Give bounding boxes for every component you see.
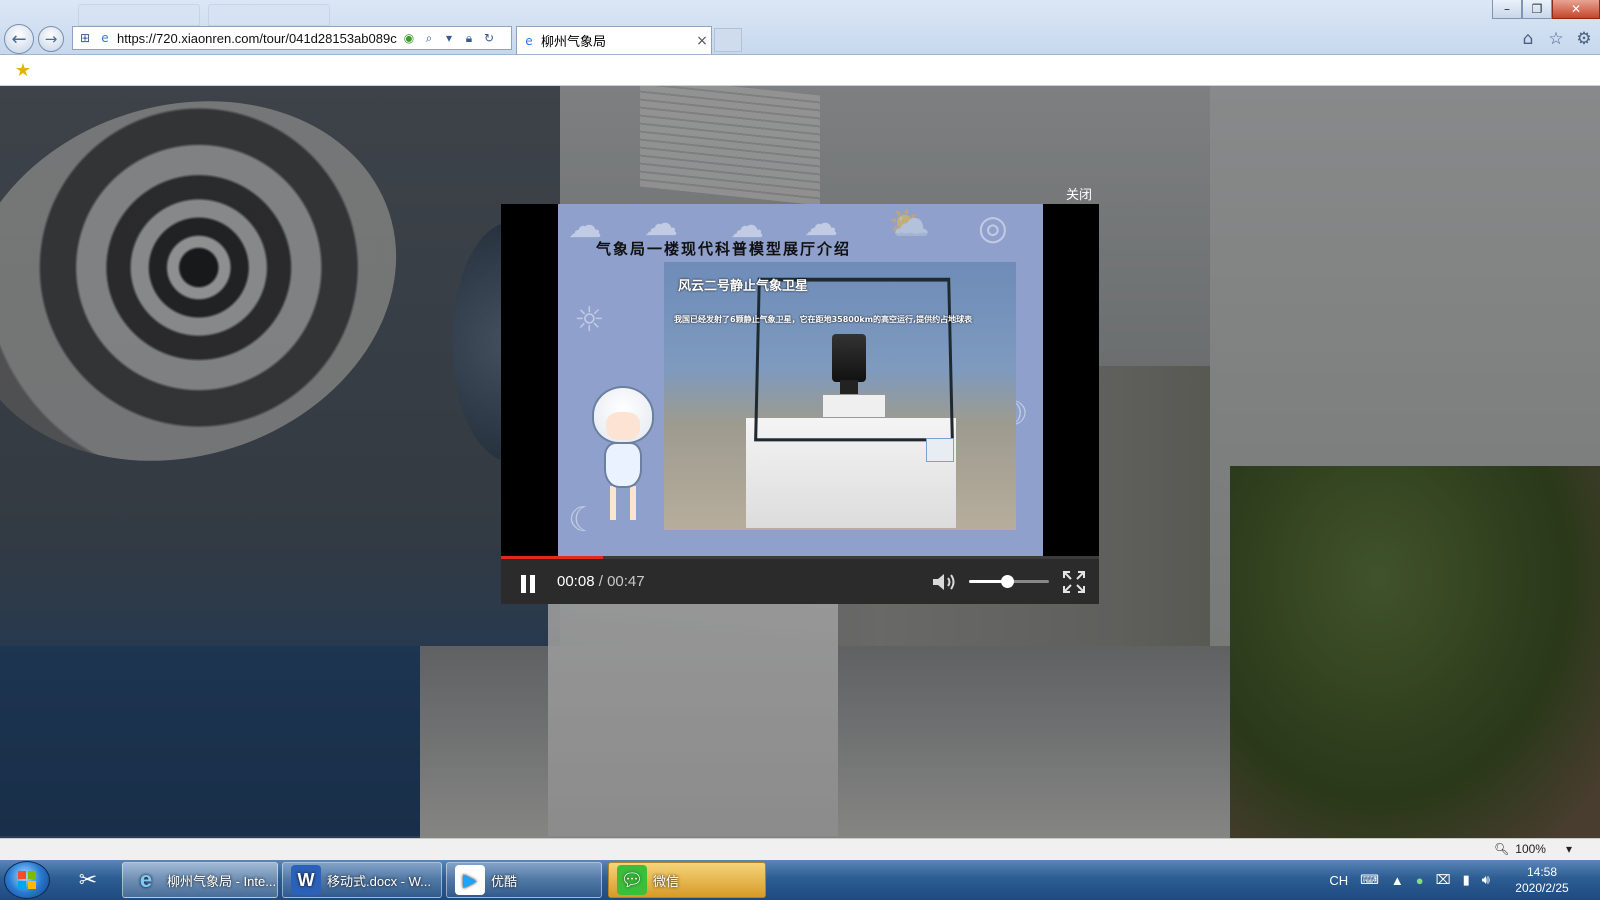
wechat-icon: 💬︎ [617,865,647,895]
video-player[interactable]: ☁ ☁ ☁ ☁ ⛅ ◎ ☼ ☾ ☽ 气象局一楼现代科普模型展厅介绍 风云二号静止… [501,204,1099,604]
pause-icon [530,575,535,593]
favorites-star-icon[interactable]: ☆ [1546,29,1566,49]
taskbar-item-ie[interactable]: e 柳州气象局 - Inte... [122,862,278,898]
active-tab[interactable]: e 柳州气象局 × [516,26,712,54]
system-clock[interactable]: 14:58 2020/2/25 [1502,864,1582,896]
browser-chrome: – ❐ ✕ ← → ⊞ e https://720.xiaonren.com/t… [0,0,1600,55]
zoom-level: 100% [1515,842,1546,856]
video-title: 气象局一楼现代科普模型展厅介绍 [596,240,852,258]
clock-date: 2020/2/25 [1515,881,1569,895]
snipping-tool-icon[interactable]: ✂ [64,862,112,898]
dropdown-arrow-icon[interactable]: ▾ [441,30,457,46]
windows-logo-icon [18,871,36,889]
ie-icon: e [139,867,153,892]
window-close-button[interactable]: ✕ [1552,0,1600,19]
taskbar-item-youku[interactable]: ▶ 优酷 [446,862,602,898]
qr-code [926,438,954,462]
taskbar-item-label: 微信 [653,873,680,889]
forward-button[interactable]: → [38,26,64,52]
wechat-tray-icon[interactable]: ● [1416,873,1424,888]
taskbar-item-label: 柳州气象局 - Inte... [167,873,277,889]
keyboard-icon[interactable]: ⌨ [1360,872,1379,888]
ie-tab-icon: e [525,33,533,48]
restore-button[interactable]: ❐ [1522,0,1552,19]
system-tray: CH ⌨ ▲ ● ⌧ ▮ 🔊︎ 14:58 2020/2/25 [1329,860,1600,900]
background-tabs [78,4,330,26]
taskbar-item-wechat[interactable]: 💬︎ 微信 [608,862,766,898]
tab-title: 柳州气象局 [541,34,607,49]
security-plus-icon[interactable]: ⊞ [77,30,93,46]
minimize-button[interactable]: – [1492,0,1522,19]
search-icon[interactable]: ⌕ [421,30,437,46]
window-controls: – ❐ ✕ [1492,0,1600,19]
ie-page-icon: e [101,31,109,45]
video-frame[interactable]: ☁ ☁ ☁ ☁ ⛅ ◎ ☼ ☾ ☽ 气象局一楼现代科普模型展厅介绍 风云二号静止… [558,204,1043,556]
clock-time: 14:58 [1526,865,1558,879]
word-icon: W [291,865,321,895]
fullscreen-icon[interactable] [1063,571,1085,593]
video-subtitle: 风云二号静止气象卫星 [678,279,809,294]
volume-knob[interactable] [1001,575,1015,588]
mascot-face [606,412,640,440]
lock-icon[interactable]: 🔒︎ [461,30,477,46]
home-icon[interactable]: ⌂ [1518,29,1538,49]
start-button[interactable] [4,861,50,899]
background-tab[interactable] [208,4,330,26]
modal-close-button[interactable]: 关闭 [1066,184,1092,203]
sun-cloud-icon: ⛅ [888,204,931,244]
taskbar-item-word[interactable]: W 移动式.docx - W... [282,862,442,898]
address-bar[interactable]: ⊞ e https://720.xiaonren.com/tour/041d28… [72,26,512,50]
circle-icon: ◎ [978,208,1008,248]
current-time: 00:08 [557,573,595,590]
status-bar: 🔍︎ 100% ▾ [0,838,1600,861]
pause-button[interactable] [521,575,535,593]
sun-icon: ☼ [574,300,605,340]
label-plaque [822,394,886,418]
input-language[interactable]: CH [1329,873,1348,888]
address-url[interactable]: https://720.xiaonren.com/tour/041d28153a… [117,31,397,46]
refresh-icon[interactable]: ↻ [481,30,497,46]
mascot-legs [610,486,636,520]
arrow-left-icon: ← [11,28,27,50]
satellite-model [832,334,866,382]
time-separator: / [598,573,603,590]
speaker-icon[interactable]: 🔊︎ [1482,872,1490,888]
time-display: 00:08 / 00:47 [557,573,645,590]
taskbar: ✂ e 柳州气象局 - Inte... W 移动式.docx - W... ▶ … [0,860,1600,900]
arrow-right-icon: → [44,30,58,48]
gear-icon[interactable]: ⚙ [1574,29,1594,49]
pause-icon [521,575,526,593]
network-icon[interactable]: ▮ [1463,872,1470,888]
taskbar-item-label: 移动式.docx - W... [327,873,432,889]
youku-icon: ▶ [455,865,485,895]
usb-icon[interactable]: ⌧ [1436,872,1451,888]
zoom-icon: 🔍︎ [1494,842,1510,856]
tray-expand-icon[interactable]: ▲ [1391,873,1404,888]
volume-slider[interactable] [969,575,1049,588]
favorites-bar: ★ [0,55,1600,86]
satellite-photo: 风云二号静止气象卫星 我国已经发射了6颗静止气象卫星，它在距地35800km的高… [664,262,1016,530]
duration: 00:47 [607,573,645,590]
volume-icon[interactable] [931,571,959,593]
tab-close-icon[interactable]: × [693,33,711,49]
video-caption: 我国已经发射了6颗静止气象卫星，它在距地35800km的高空运行,提供约占地球表 [674,315,973,324]
taskbar-item-label: 优酷 [491,873,518,889]
player-controls: 00:08 / 00:47 [501,559,1099,604]
chevron-down-icon[interactable]: ▾ [1566,842,1572,856]
add-favorites-icon[interactable]: ★ [12,59,34,81]
background-tab[interactable] [78,4,200,26]
compat-view-icon[interactable]: ◉ [401,30,417,46]
browser-tools: ⌂ ☆ ⚙ [1518,29,1594,49]
cartoon-girl-mascot [588,386,658,524]
new-tab-button[interactable] [714,28,742,52]
back-button[interactable]: ← [4,24,34,54]
zoom-control[interactable]: 🔍︎ 100% ▾ [1494,842,1572,856]
mascot-body [604,442,642,488]
